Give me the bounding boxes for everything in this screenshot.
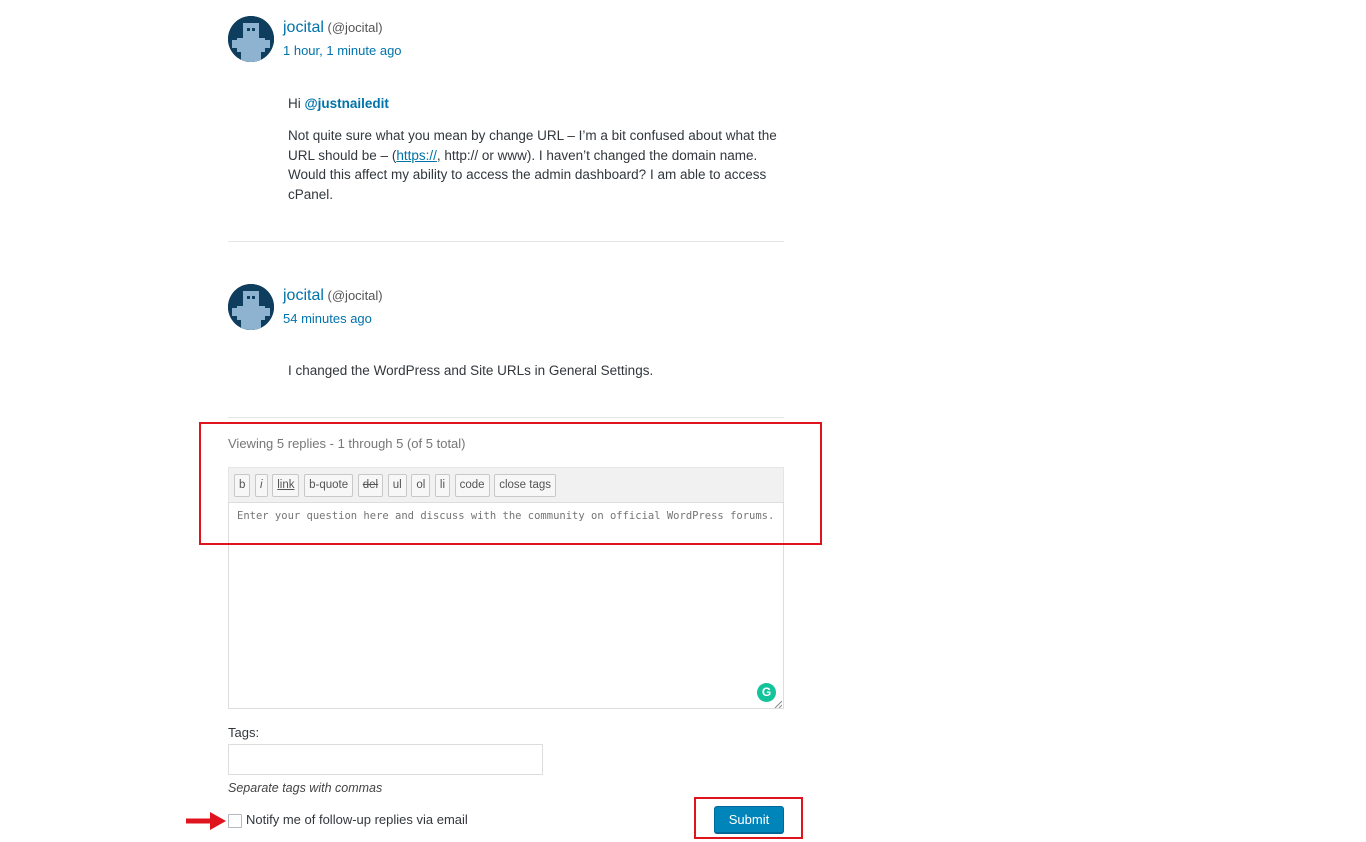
author-name[interactable]: jocital [283,19,324,36]
avatar[interactable] [228,284,274,330]
author-handle: (@jocital) [327,20,383,35]
notify-label[interactable]: Notify me of follow-up replies via email [246,812,468,827]
tags-input[interactable] [228,744,543,775]
greeting-text: Hi [288,96,305,111]
author-handle: (@jocital) [327,288,383,303]
author-name[interactable]: jocital [283,287,324,304]
reply-timestamp[interactable]: 1 hour, 1 minute ago [283,43,402,58]
notify-checkbox[interactable] [228,814,242,828]
avatar-icon [228,284,274,330]
divider [228,417,784,418]
divider [228,241,784,242]
reply-greeting: Hi @justnailedit [288,94,778,114]
annotation-highlight-box [694,797,803,839]
reply-body: I changed the WordPress and Site URLs in… [288,363,654,378]
avatar[interactable] [228,16,274,62]
reply-body: Not quite sure what you mean by change U… [288,126,778,204]
tags-label: Tags: [228,725,260,740]
author-info: jocital (@jocital) [283,287,383,305]
reply-timestamp[interactable]: 54 minutes ago [283,311,372,326]
tags-hint: Separate tags with commas [228,781,383,795]
inline-link[interactable]: https:// [396,148,437,163]
arrow-right-icon [186,812,226,830]
avatar-icon [228,16,274,62]
mention-link[interactable]: @justnailedit [305,96,389,111]
author-info: jocital (@jocital) [283,19,383,37]
annotation-highlight-box [199,422,822,545]
resize-handle-icon[interactable] [774,700,782,708]
